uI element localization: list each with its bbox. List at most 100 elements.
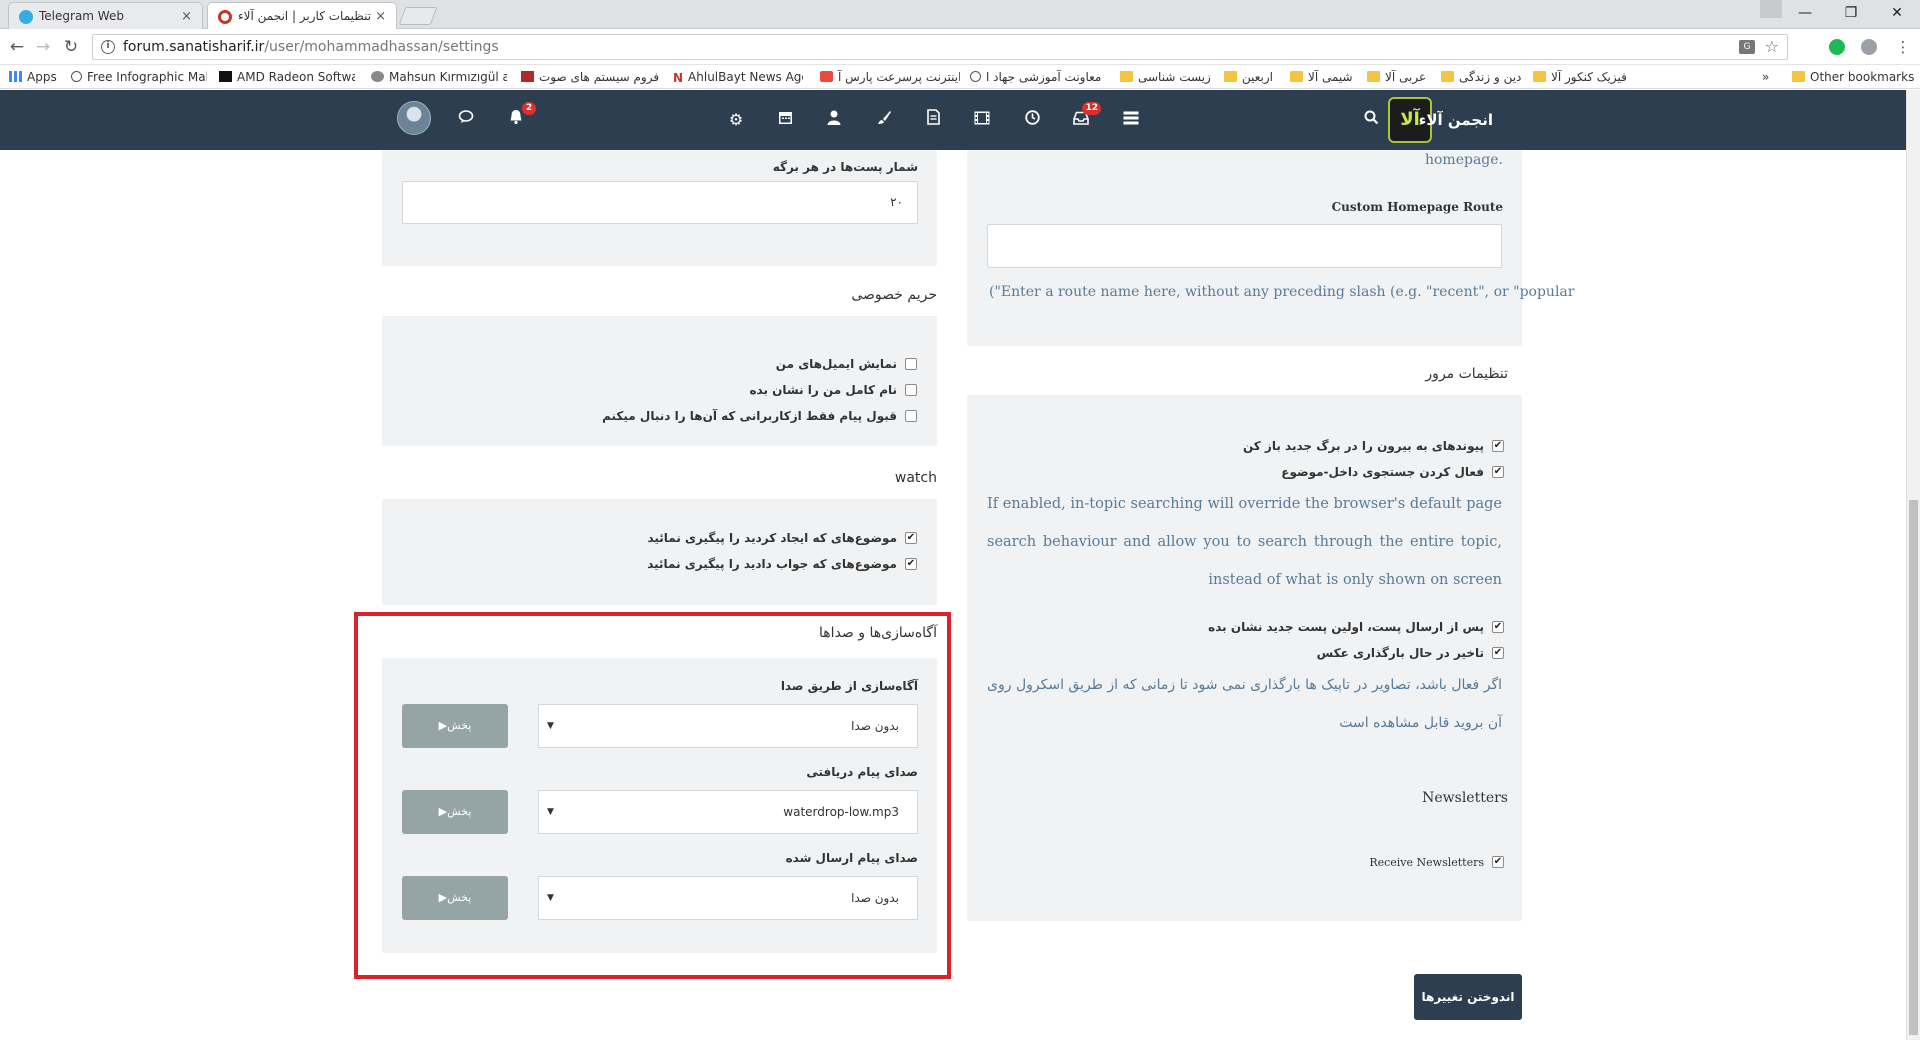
search-icon[interactable] <box>1359 108 1383 132</box>
url-text[interactable]: forum.sanatisharif.ir/user/mohammadhassa… <box>123 35 499 59</box>
extension-green-icon[interactable] <box>1829 39 1845 55</box>
posts-per-page-panel: شمار پست‌ها در هر برگه ۲۰ <box>382 150 937 266</box>
bookmark-item[interactable]: NAhlulBayt News Agen <box>673 65 803 89</box>
checkbox[interactable]: ✔ <box>1492 466 1504 478</box>
settings-icon[interactable]: ⚙ <box>724 108 748 132</box>
bookmark-item[interactable]: AMD Radeon Softwar <box>219 65 355 89</box>
brush-icon[interactable] <box>872 108 896 132</box>
tab-telegram-web[interactable]: Telegram Web × <box>8 2 203 29</box>
bookmark-folder[interactable]: عربی آلا <box>1367 65 1447 89</box>
inbox-icon[interactable]: 12 <box>1069 102 1101 132</box>
scrollbar-thumb[interactable] <box>1909 500 1918 1035</box>
checkbox[interactable] <box>905 410 917 422</box>
extension-gray-icon[interactable] <box>1861 39 1877 55</box>
privacy-panel: نمایش ایمیل‌های من نام کامل من را نشان ب… <box>382 316 937 446</box>
telegram-icon <box>19 10 33 24</box>
bookmarks-bar: Apps Free Infographic Mak AMD Radeon Sof… <box>0 65 1920 89</box>
watch-replied-topics[interactable]: ✔ موضوع‌های که جواب دادید را پیگیری نمائی… <box>647 555 917 573</box>
bookmark-item[interactable]: فروم سیستم های صوت <box>521 65 659 89</box>
privacy-restrict-chat[interactable]: قبول پیام فقط ازکاربرانی که آن‌ها را دنب… <box>602 407 917 425</box>
checkbox[interactable] <box>905 384 917 396</box>
film-icon[interactable] <box>970 108 994 132</box>
custom-route-input[interactable] <box>987 224 1502 268</box>
browser-menu-icon[interactable]: ⋮ <box>1892 36 1914 58</box>
bookmark-item[interactable]: معاونت آموزشی جهاد ا <box>970 65 1110 89</box>
bookmark-folder[interactable]: زیست شناسی <box>1120 65 1212 89</box>
bookmark-item[interactable]: اینترنت پرسرعت پارس آ <box>820 65 960 89</box>
bookmark-item[interactable]: Mahsun Kırmızıgül alb <box>371 65 507 89</box>
star-icon[interactable]: ☆ <box>1765 37 1779 56</box>
address-bar[interactable]: i forum.sanatisharif.ir/user/mohammadhas… <box>92 34 1788 60</box>
browser-tabstrip: Telegram Web × تنظیمات کاربر | انجمن آلا… <box>0 0 1920 29</box>
bookmark-apps[interactable]: Apps <box>9 65 69 89</box>
amd-logo-icon <box>219 71 232 82</box>
tab-forum-settings[interactable]: تنظیمات کاربر | انجمن آلاء × <box>207 2 397 29</box>
enable-topic-search[interactable]: ✔ فعال کردن جستجوی داخل-موضوع <box>1281 463 1504 481</box>
checkbox[interactable]: ✔ <box>1492 621 1504 633</box>
clock-icon[interactable] <box>1020 108 1044 132</box>
speaker-icon <box>371 71 384 82</box>
privacy-show-email[interactable]: نمایش ایمیل‌های من <box>776 355 917 373</box>
new-tab-button[interactable] <box>398 7 438 25</box>
scroll-to-new-post[interactable]: ✔ پس از ارسال پست، اولین پست جدید نشان بد… <box>1208 618 1504 636</box>
folder-icon <box>1367 71 1380 82</box>
tab-close-icon[interactable]: × <box>375 3 386 29</box>
posts-per-page-input[interactable]: ۲۰ <box>402 181 918 224</box>
apps-grid-icon <box>9 71 22 82</box>
bell-icon[interactable]: 2 <box>504 102 536 132</box>
bookmark-folder[interactable]: فیزیک کنکور آلا <box>1533 65 1639 89</box>
calendar-icon[interactable] <box>773 108 797 132</box>
folder-icon <box>1290 71 1303 82</box>
watch-heading: watch <box>894 470 937 486</box>
checkbox[interactable]: ✔ <box>905 558 917 570</box>
page-scrollbar[interactable] <box>1906 90 1920 1040</box>
folder-icon <box>1792 71 1805 82</box>
checkbox[interactable]: ✔ <box>1492 856 1504 868</box>
browser-toolbar: ← → ↻ i forum.sanatisharif.ir/user/moham… <box>0 29 1920 65</box>
forum-favicon-icon <box>218 10 232 24</box>
checkbox[interactable]: ✔ <box>1492 647 1504 659</box>
privacy-show-fullname[interactable]: نام کامل من را نشان بده <box>749 381 917 399</box>
bookmark-folder[interactable]: شیمی آلا <box>1290 65 1370 89</box>
chat-icon[interactable] <box>454 108 478 132</box>
reload-icon[interactable]: ↻ <box>60 36 82 58</box>
tab-close-icon[interactable]: × <box>181 3 192 29</box>
user-icon[interactable] <box>822 108 846 132</box>
save-changes-button[interactable]: اندوختن تغییرها <box>1414 974 1522 1020</box>
receive-newsletters[interactable]: ✔ Receive Newsletters <box>1369 853 1504 871</box>
site-title[interactable]: انجمن آلاء <box>1419 90 1493 150</box>
avatar[interactable] <box>397 101 431 135</box>
translate-icon[interactable]: G <box>1739 40 1755 54</box>
bookmark-folder[interactable]: اربعین <box>1224 65 1294 89</box>
newsletters-heading: Newsletters <box>1422 790 1508 806</box>
open-links-new-tab[interactable]: ✔ پیوندهای به بیرون را در برگ جدید باز کن <box>1243 437 1504 455</box>
back-arrow-icon[interactable]: ← <box>6 36 28 58</box>
checkbox[interactable]: ✔ <box>1492 440 1504 452</box>
bookmark-folder[interactable]: دین و زندگی <box>1441 65 1531 89</box>
maximize-button[interactable]: ❐ <box>1828 0 1874 29</box>
delay-image-loading[interactable]: ✔ تاخیر در حال بارگذاری عکس <box>1317 644 1504 662</box>
checkbox[interactable] <box>905 358 917 370</box>
bookmark-item[interactable]: Free Infographic Mak <box>71 65 207 89</box>
globe-icon <box>71 71 82 82</box>
minimize-button[interactable]: — <box>1782 0 1828 29</box>
folder-icon <box>1533 71 1546 82</box>
bookmarks-overflow-button[interactable]: » <box>1762 65 1776 89</box>
isp-logo-icon <box>820 71 833 82</box>
forward-arrow-icon[interactable]: → <box>32 36 54 58</box>
list-icon[interactable] <box>1119 108 1143 132</box>
other-bookmarks-folder[interactable]: Other bookmarks <box>1792 65 1917 89</box>
site-navbar: 2 ⚙ 12 آلا انجمن آلاء <box>0 90 1906 150</box>
profile-icon[interactable] <box>1760 0 1782 18</box>
sounds-highlight-box <box>354 612 951 979</box>
info-icon[interactable]: i <box>101 40 115 54</box>
custom-route-hint: ("Enter a route name here, without any p… <box>989 284 1575 300</box>
browsing-heading: تنظیمات مرور <box>1425 366 1508 382</box>
window-close-button[interactable]: ✕ <box>1874 0 1920 29</box>
seal-icon <box>970 71 981 82</box>
tab-title: تنظیمات کاربر | انجمن آلاء <box>238 9 372 23</box>
custom-route-label: Custom Homepage Route <box>1331 200 1503 214</box>
checkbox[interactable]: ✔ <box>905 532 917 544</box>
watch-created-topics[interactable]: ✔ موضوع‌های که ایجاد کردید را پیگیری نمائ… <box>647 529 917 547</box>
document-icon[interactable] <box>921 108 945 132</box>
